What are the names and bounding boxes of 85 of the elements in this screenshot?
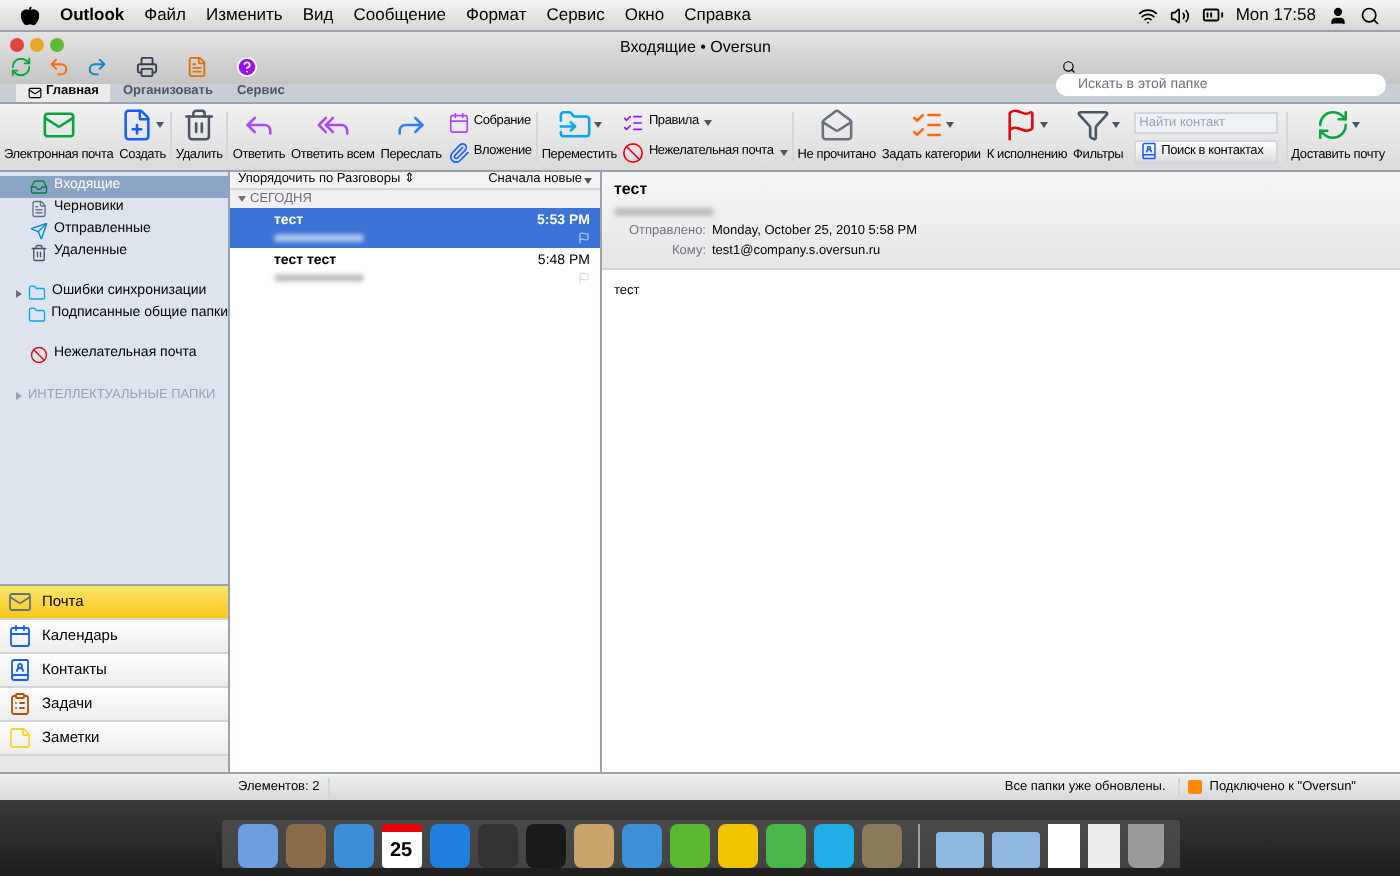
menu-item[interactable]: Окно bbox=[624, 2, 665, 28]
caret-icon bbox=[156, 122, 165, 128]
battery-icon[interactable] bbox=[1201, 4, 1224, 26]
caret-icon bbox=[1112, 122, 1121, 128]
dock-app-icon[interactable] bbox=[765, 824, 805, 868]
caret-icon bbox=[584, 177, 592, 183]
menu-item[interactable]: Справка bbox=[684, 2, 751, 28]
blurred-sender bbox=[614, 208, 714, 216]
zoom-window-button[interactable] bbox=[50, 38, 64, 52]
menu-item[interactable]: Изменить bbox=[206, 2, 283, 28]
dock-app-icon[interactable] bbox=[333, 824, 373, 868]
folder-icon bbox=[27, 306, 46, 324]
note-icon bbox=[8, 726, 32, 750]
close-window-button[interactable] bbox=[10, 38, 24, 52]
help-icon[interactable] bbox=[236, 56, 258, 78]
address-book-icon bbox=[1139, 142, 1158, 160]
printer-icon[interactable] bbox=[136, 56, 158, 78]
expanded-triangle-icon[interactable] bbox=[238, 196, 246, 202]
blurred-sender bbox=[274, 274, 364, 283]
caret-icon bbox=[704, 119, 713, 125]
collapsed-triangle-icon[interactable] bbox=[16, 289, 22, 297]
blurred-sender bbox=[274, 234, 364, 243]
menu-item[interactable]: Сообщение bbox=[353, 2, 447, 28]
sync-icon bbox=[1316, 108, 1351, 142]
menu-item[interactable]: Формат bbox=[466, 2, 527, 28]
folder-icon bbox=[28, 284, 46, 302]
dock-app-icon[interactable] bbox=[717, 824, 757, 868]
caret-icon bbox=[593, 122, 602, 128]
dock-app-icon[interactable] bbox=[813, 824, 853, 868]
window-title: Входящие • Oversun bbox=[620, 36, 771, 60]
filter-icon bbox=[1076, 108, 1111, 142]
new-item-icon bbox=[120, 108, 155, 142]
app-menu[interactable]: Outlook bbox=[60, 2, 125, 28]
volume-icon[interactable] bbox=[1169, 5, 1190, 25]
document-icon bbox=[30, 200, 48, 218]
dock-folder-icon[interactable] bbox=[991, 832, 1039, 868]
dock-app-icon[interactable] bbox=[621, 824, 661, 868]
collapsed-triangle-icon[interactable] bbox=[16, 391, 22, 399]
dock-calendar-icon[interactable]: 25 bbox=[381, 824, 421, 868]
search-icon[interactable] bbox=[1360, 5, 1380, 25]
blocked-icon bbox=[622, 141, 645, 163]
dock-app-icon[interactable] bbox=[429, 824, 469, 868]
search-icon bbox=[1062, 60, 1076, 74]
dock-folder-icon[interactable] bbox=[935, 832, 983, 868]
menu-item[interactable]: Вид bbox=[302, 2, 334, 28]
envelope-icon bbox=[28, 85, 42, 99]
sync-icon[interactable] bbox=[10, 56, 32, 78]
rules-icon bbox=[622, 111, 645, 133]
dock-trash-icon[interactable] bbox=[1127, 824, 1163, 868]
trash-icon bbox=[30, 244, 48, 262]
contact-card-icon bbox=[8, 658, 32, 682]
dock-app-icon[interactable] bbox=[669, 824, 709, 868]
calendar-icon bbox=[447, 111, 470, 133]
dock-app-icon[interactable] bbox=[237, 824, 277, 868]
caret-icon bbox=[1352, 122, 1361, 128]
redo-icon[interactable] bbox=[86, 56, 108, 78]
dock-document-icon[interactable] bbox=[1047, 824, 1079, 868]
dock-document-icon[interactable] bbox=[1087, 824, 1119, 868]
undo-icon[interactable] bbox=[48, 56, 70, 78]
inbox-icon bbox=[30, 178, 48, 196]
caret-icon bbox=[1040, 122, 1049, 128]
envelope-icon bbox=[41, 108, 76, 142]
calendar-icon bbox=[8, 624, 32, 648]
message-subject: тест bbox=[614, 178, 650, 202]
document-icon[interactable] bbox=[186, 56, 208, 78]
caret-icon bbox=[945, 122, 954, 128]
wifi-icon[interactable] bbox=[1137, 5, 1158, 25]
connection-icon bbox=[1187, 780, 1202, 794]
resize-handle-bar[interactable] bbox=[0, 756, 228, 772]
menu-item[interactable]: Сервис bbox=[546, 2, 605, 28]
send-icon bbox=[30, 222, 48, 240]
open-envelope-icon bbox=[819, 108, 854, 142]
menu-item[interactable]: Файл bbox=[144, 2, 187, 28]
folder-arrow-icon bbox=[557, 108, 592, 142]
dock-app-icon[interactable] bbox=[573, 824, 613, 868]
apple-logo-icon[interactable] bbox=[20, 5, 40, 25]
blocked-icon bbox=[30, 346, 48, 364]
clock[interactable]: Mon 17:58 bbox=[1235, 2, 1316, 28]
paperclip-icon bbox=[447, 141, 470, 163]
user-icon[interactable] bbox=[1328, 5, 1348, 25]
clipboard-icon bbox=[8, 692, 32, 716]
trash-icon bbox=[182, 108, 217, 142]
flag-icon bbox=[1004, 108, 1039, 142]
envelope-icon bbox=[8, 590, 32, 614]
flag-icon[interactable] bbox=[578, 232, 590, 245]
